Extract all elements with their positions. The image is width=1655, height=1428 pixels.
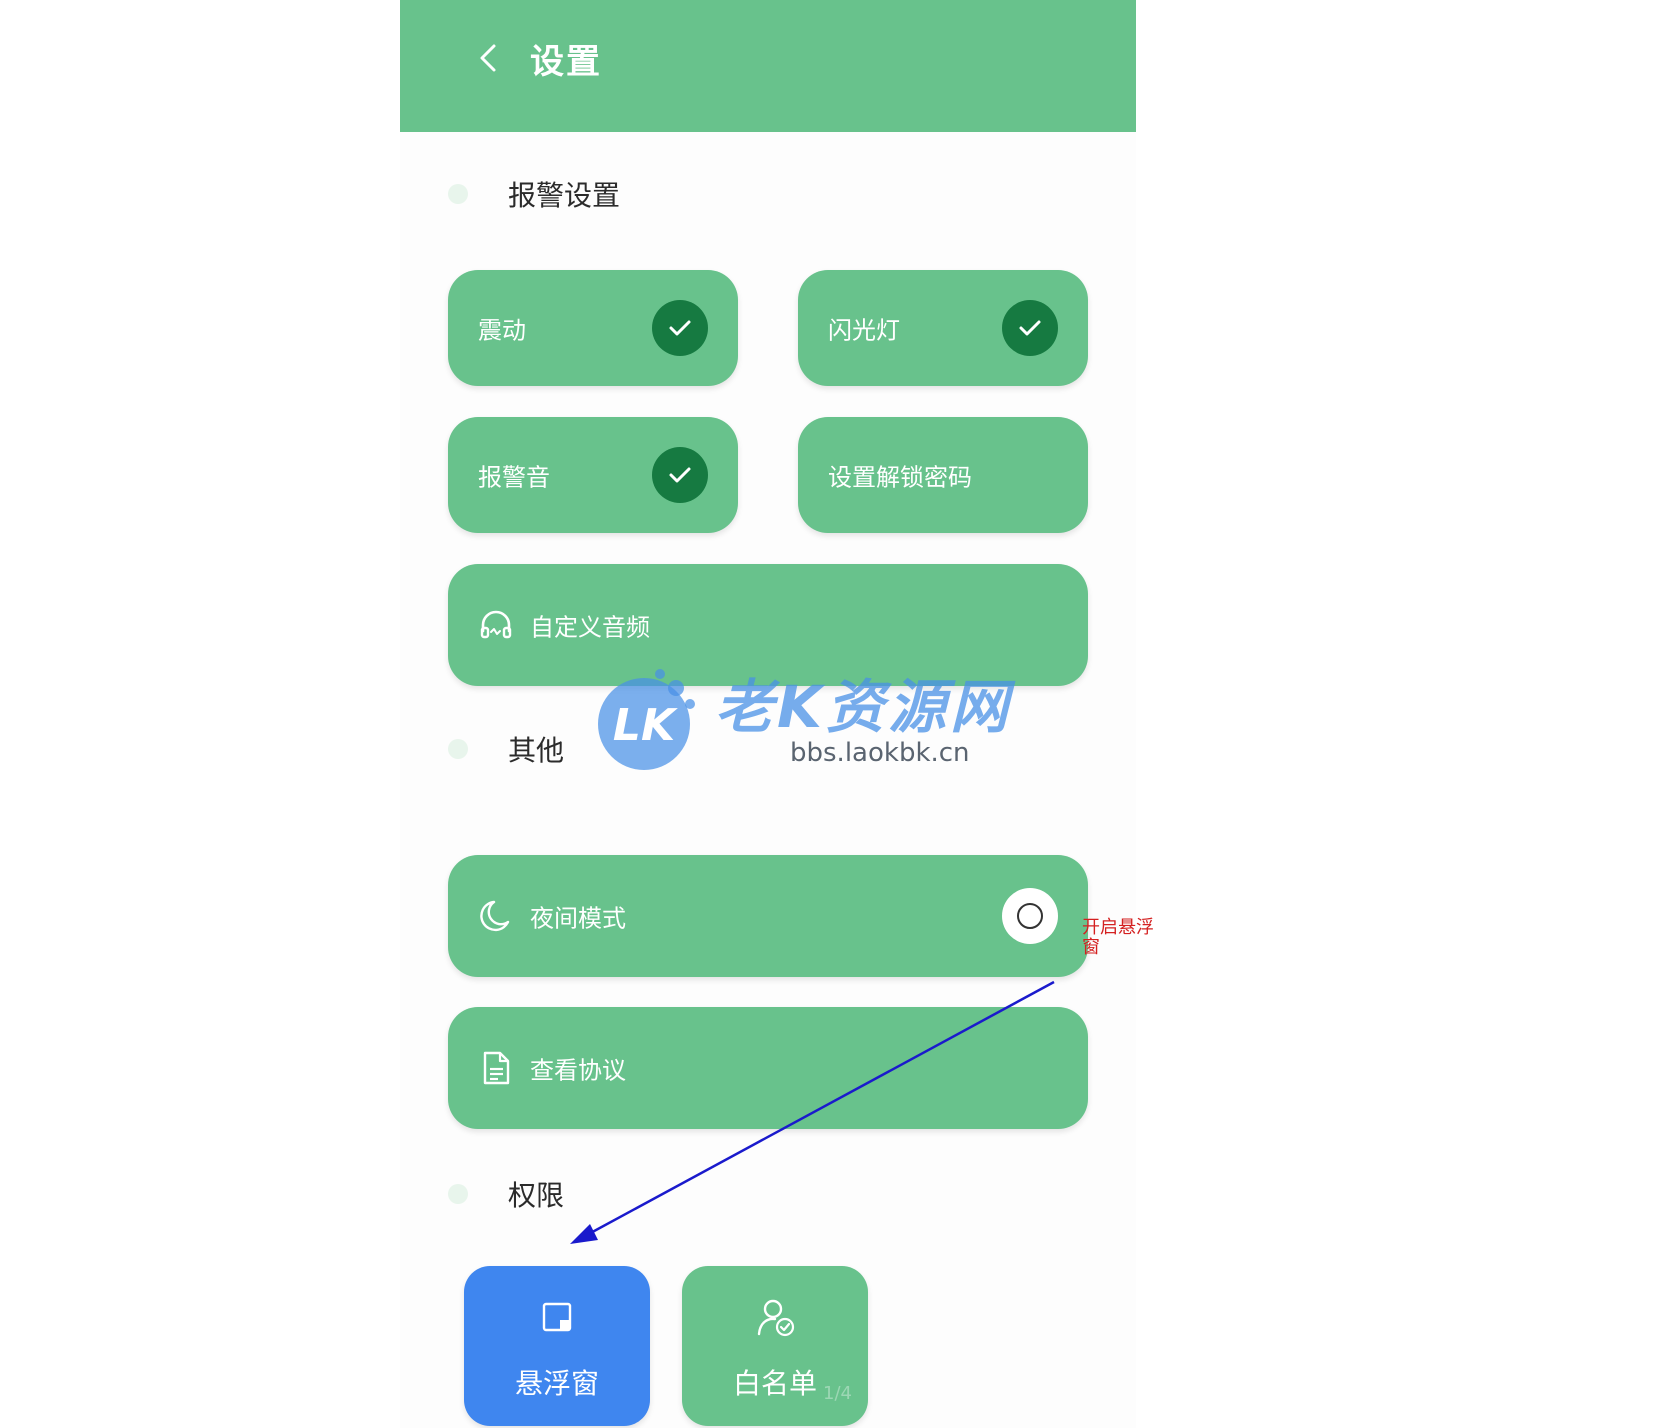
page-indicator: 1/4 bbox=[823, 1383, 852, 1404]
header-bar: 设置 bbox=[400, 0, 1136, 132]
section-permissions: 权限 bbox=[448, 1174, 564, 1214]
tile-label: 震动 bbox=[478, 316, 526, 345]
night-mode-label: 夜间模式 bbox=[530, 904, 626, 933]
section-bullet bbox=[448, 739, 468, 759]
user-check-icon bbox=[757, 1299, 795, 1337]
agreement-label: 查看协议 bbox=[530, 1056, 626, 1085]
section-alarm-settings: 报警设置 bbox=[448, 174, 620, 214]
night-mode-row[interactable]: 夜间模式 bbox=[448, 855, 1088, 977]
section-label: 权限 bbox=[508, 1179, 565, 1212]
settings-screen: 设置 报警设置 震动 闪光灯 报警音 设置解锁密码 自定义音频 其他 夜间模式 … bbox=[400, 0, 1136, 1428]
section-label: 其他 bbox=[508, 734, 565, 767]
alarm-sound-toggle[interactable]: 报警音 bbox=[448, 417, 738, 533]
tile-label: 报警音 bbox=[478, 463, 550, 492]
moon-icon bbox=[480, 900, 510, 932]
section-label: 报警设置 bbox=[508, 179, 621, 212]
check-icon bbox=[1002, 300, 1058, 356]
check-icon bbox=[652, 447, 708, 503]
night-mode-radio[interactable] bbox=[1002, 888, 1058, 944]
view-agreement-button[interactable]: 查看协议 bbox=[448, 1007, 1088, 1129]
page-title: 设置 bbox=[530, 42, 602, 82]
floating-window-permission[interactable]: 悬浮窗 bbox=[464, 1266, 650, 1426]
section-other: 其他 bbox=[448, 729, 564, 769]
back-button[interactable] bbox=[470, 38, 506, 78]
chevron-left-icon bbox=[480, 44, 496, 72]
permission-label: 悬浮窗 bbox=[514, 1367, 599, 1400]
tile-label: 设置解锁密码 bbox=[828, 463, 972, 492]
vibration-toggle[interactable]: 震动 bbox=[448, 270, 738, 386]
section-bullet bbox=[448, 1184, 468, 1204]
tile-label: 闪光灯 bbox=[828, 316, 900, 345]
floating-window-icon bbox=[542, 1302, 572, 1332]
annotation-note: 开启悬浮窗 bbox=[1082, 917, 1154, 958]
whitelist-permission[interactable]: 白名单 1/4 bbox=[682, 1266, 868, 1426]
headphones-icon bbox=[480, 610, 512, 639]
custom-audio-button[interactable]: 自定义音频 bbox=[448, 564, 1088, 686]
radio-ring bbox=[1017, 903, 1043, 929]
set-unlock-password-button[interactable]: 设置解锁密码 bbox=[798, 417, 1088, 533]
section-bullet bbox=[448, 184, 468, 204]
custom-audio-label: 自定义音频 bbox=[530, 613, 650, 642]
document-icon bbox=[483, 1051, 510, 1085]
flashlight-toggle[interactable]: 闪光灯 bbox=[798, 270, 1088, 386]
check-icon bbox=[652, 300, 708, 356]
